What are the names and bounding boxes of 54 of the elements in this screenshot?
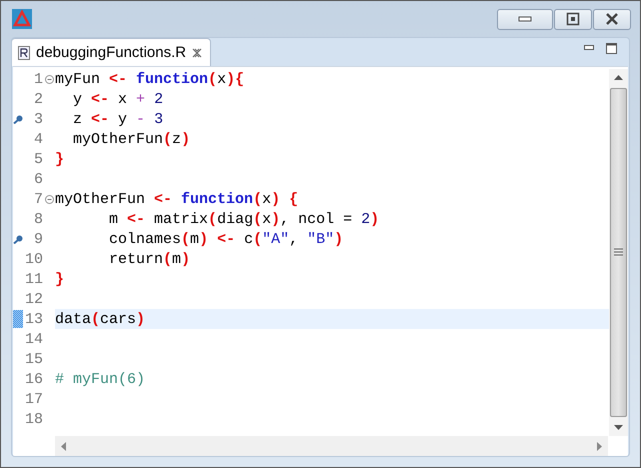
line-number: 11 — [24, 270, 43, 288]
line-number: 18 — [24, 410, 43, 428]
line-number: 17 — [24, 390, 43, 408]
minimize-icon — [518, 16, 532, 22]
code-line: myOtherFun <- function(x) { — [55, 190, 298, 208]
minimize-view-icon[interactable] — [584, 45, 594, 51]
minimize-button[interactable] — [497, 8, 553, 30]
maximize-view-icon[interactable] — [606, 42, 617, 54]
scrollbar-thumb[interactable] — [610, 88, 627, 417]
horizontal-scrollbar[interactable] — [55, 436, 608, 456]
scroll-left-icon[interactable] — [61, 442, 66, 450]
close-icon[interactable] — [192, 48, 202, 58]
breakpoint-icon[interactable] — [13, 114, 23, 124]
line-number: 5 — [32, 150, 43, 168]
code-line: m <- matrix(diag(x), ncol = 2) — [108, 210, 380, 228]
line-number: 2 — [32, 90, 43, 108]
line-number: 3 — [32, 110, 43, 128]
code-line: myOtherFun(z) — [72, 130, 190, 148]
close-icon — [604, 13, 620, 25]
line-number: 4 — [32, 130, 43, 148]
line-number: 1 — [32, 70, 43, 88]
line-number: 8 — [32, 210, 43, 228]
editor-tab[interactable]: debuggingFunctions.R — [12, 38, 212, 66]
line-number: 10 — [24, 250, 43, 268]
grip-icon — [614, 248, 623, 257]
app-logo-icon — [12, 9, 32, 29]
line-number: 9 — [32, 230, 43, 248]
line-number: 14 — [24, 330, 43, 348]
line-number: 15 — [24, 350, 43, 368]
vertical-scrollbar[interactable] — [609, 69, 628, 436]
line-number: 12 — [24, 290, 43, 308]
breakpoint-icon[interactable] — [13, 234, 23, 244]
code-line: } — [55, 150, 64, 168]
fold-icon[interactable] — [44, 194, 54, 204]
code-line: y <- x + 2 — [72, 90, 164, 108]
r-file-icon — [18, 46, 30, 60]
line-number: 16 — [24, 370, 43, 388]
code-line: myFun <- function(x){ — [55, 70, 244, 88]
line-number: 6 — [32, 170, 43, 188]
code-line: # myFun(6) — [55, 370, 146, 388]
line-number: 7 — [32, 190, 43, 208]
code-line: colnames(m) <- c("A", "B") — [108, 230, 344, 248]
code-line: return(m) — [108, 250, 190, 268]
scroll-up-icon[interactable] — [614, 75, 623, 80]
scroll-right-icon[interactable] — [597, 442, 602, 450]
line-number: 13 — [24, 310, 43, 328]
scroll-down-icon[interactable] — [614, 425, 623, 430]
code-line: } — [55, 270, 64, 288]
code-line: z <- y - 3 — [72, 110, 164, 128]
code-line: data(cars) — [55, 310, 146, 328]
maximize-button[interactable] — [554, 8, 592, 30]
fold-icon[interactable] — [44, 74, 54, 84]
close-button[interactable] — [593, 8, 631, 30]
maximize-icon — [566, 12, 580, 26]
